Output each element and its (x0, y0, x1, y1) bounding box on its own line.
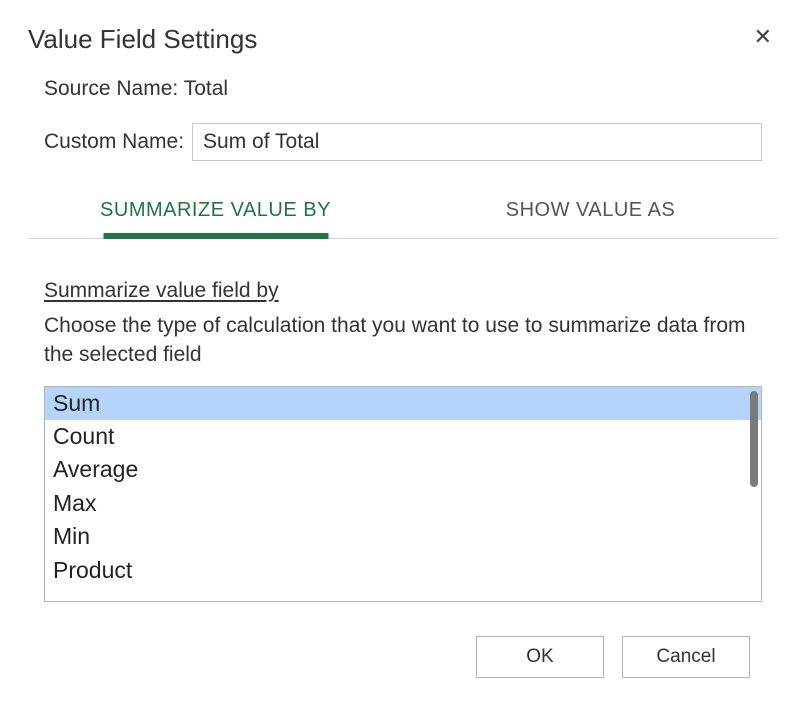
list-item[interactable]: Average (45, 453, 761, 486)
section-description: Choose the type of calculation that you … (44, 311, 762, 370)
calculation-list: SumCountAverageMaxMinProduct (45, 387, 761, 601)
source-name-row: Source Name: Total (44, 77, 762, 101)
source-name-label: Source Name: (44, 77, 178, 100)
cancel-button[interactable]: Cancel (622, 636, 750, 678)
dialog-content: Source Name: Total Custom Name: SUMMARIZ… (28, 55, 778, 602)
close-icon[interactable]: ✕ (748, 24, 778, 50)
tab-show-value-as[interactable]: SHOW VALUE AS (403, 187, 778, 238)
custom-name-input[interactable] (192, 123, 762, 161)
scrollbar-thumb[interactable] (750, 391, 758, 487)
list-item[interactable]: Min (45, 520, 761, 553)
section-title: Summarize value field by (44, 279, 762, 303)
dialog-header: Value Field Settings ✕ (28, 24, 778, 55)
tab-summarize-value-by[interactable]: SUMMARIZE VALUE BY (28, 187, 403, 238)
list-item[interactable]: Count (45, 420, 761, 453)
tabs: SUMMARIZE VALUE BY SHOW VALUE AS (28, 187, 778, 239)
ok-button[interactable]: OK (476, 636, 604, 678)
calculation-listbox[interactable]: SumCountAverageMaxMinProduct (44, 386, 762, 602)
custom-name-row: Custom Name: (44, 123, 762, 161)
list-item[interactable]: Product (45, 554, 761, 587)
list-item[interactable]: Max (45, 487, 761, 520)
dialog-title: Value Field Settings (28, 24, 257, 55)
value-field-settings-dialog: Value Field Settings ✕ Source Name: Tota… (0, 0, 806, 702)
custom-name-label: Custom Name: (44, 130, 184, 154)
list-item[interactable]: Sum (45, 387, 761, 420)
dialog-footer: OK Cancel (28, 602, 778, 678)
source-name-value: Total (184, 77, 228, 100)
